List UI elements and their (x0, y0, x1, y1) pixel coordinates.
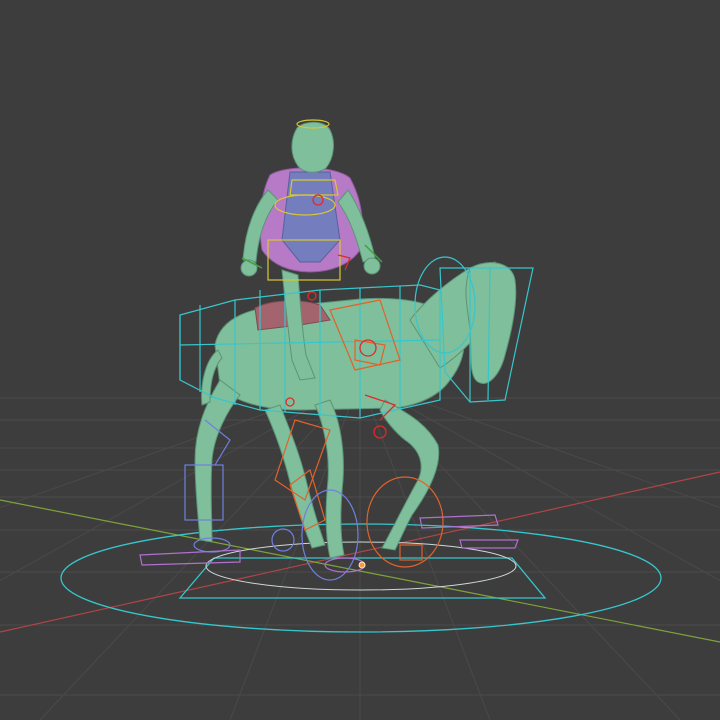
3d-viewport[interactable] (0, 0, 720, 720)
viewport-canvas[interactable] (0, 0, 720, 720)
horse-mesh[interactable] (194, 261, 517, 559)
root-control-ring[interactable] (60, 523, 662, 633)
floor-grid (0, 379, 720, 720)
active-object-origin[interactable] (358, 561, 366, 569)
